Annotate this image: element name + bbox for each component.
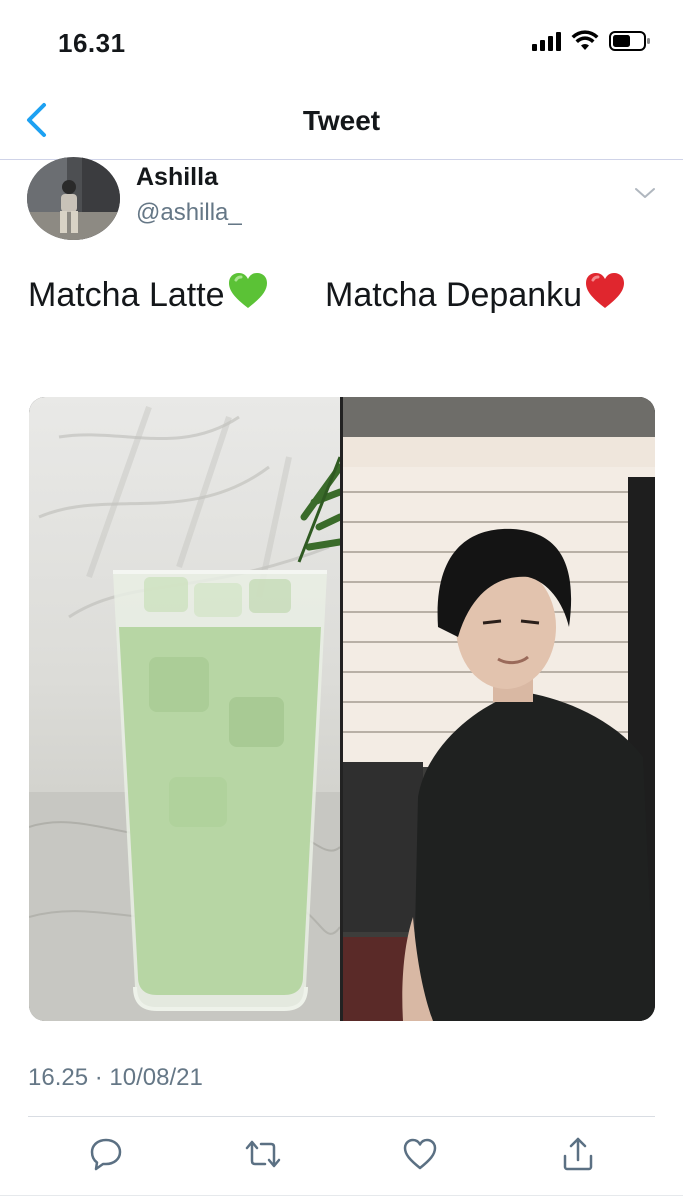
like-button[interactable] xyxy=(400,1134,440,1174)
tweet-media xyxy=(29,397,655,1021)
reply-icon xyxy=(90,1138,122,1171)
tweet-text-left-label: Matcha Latte xyxy=(28,276,225,314)
retweet-icon xyxy=(245,1140,281,1168)
tweet-text-left: Matcha Latte 💚 xyxy=(28,272,269,319)
avatar[interactable] xyxy=(27,157,120,240)
person-photo-image xyxy=(343,397,655,1021)
green-heart-icon xyxy=(228,273,267,308)
status-time: 16.31 xyxy=(58,28,126,58)
battery-icon xyxy=(609,31,650,51)
green-heart-emoji xyxy=(227,272,269,319)
avatar-image xyxy=(27,157,120,240)
more-options-button[interactable] xyxy=(630,180,660,206)
media-photo-matcha-latte[interactable] xyxy=(29,397,340,1021)
heart-icon xyxy=(403,1138,437,1170)
share-button[interactable] xyxy=(558,1134,598,1174)
media-photo-person[interactable] xyxy=(343,397,655,1021)
divider xyxy=(28,1116,655,1117)
retweet-button[interactable] xyxy=(243,1134,283,1174)
status-bar: 16.31 xyxy=(0,0,683,90)
nav-bar: Tweet xyxy=(0,90,683,160)
matcha-latte-image xyxy=(29,406,340,1021)
share-icon xyxy=(563,1137,593,1171)
tweet-text-right-label: Matcha Depanku xyxy=(325,276,583,314)
red-heart-emoji xyxy=(584,272,626,319)
reply-button[interactable] xyxy=(86,1134,126,1174)
author-handle[interactable]: @ashilla_ xyxy=(136,199,242,227)
status-icons xyxy=(532,30,651,52)
tweet-timestamp: 16.25 · 10/08/21 xyxy=(28,1064,203,1091)
tweet-text-right: Matcha Depanku ❤️ xyxy=(325,272,626,319)
tweet-actions xyxy=(0,1130,683,1182)
bottom-divider xyxy=(0,1195,683,1196)
page-title: Tweet xyxy=(302,105,381,136)
cellular-signal-icon xyxy=(532,31,561,51)
wifi-icon xyxy=(571,30,599,50)
red-heart-icon xyxy=(586,273,625,308)
chevron-down-icon xyxy=(635,188,655,198)
tweet-screen: 16.31 Tweet Ashilla @ashilla_ Matcha Lat… xyxy=(0,0,683,1200)
author-name[interactable]: Ashilla xyxy=(136,163,218,192)
